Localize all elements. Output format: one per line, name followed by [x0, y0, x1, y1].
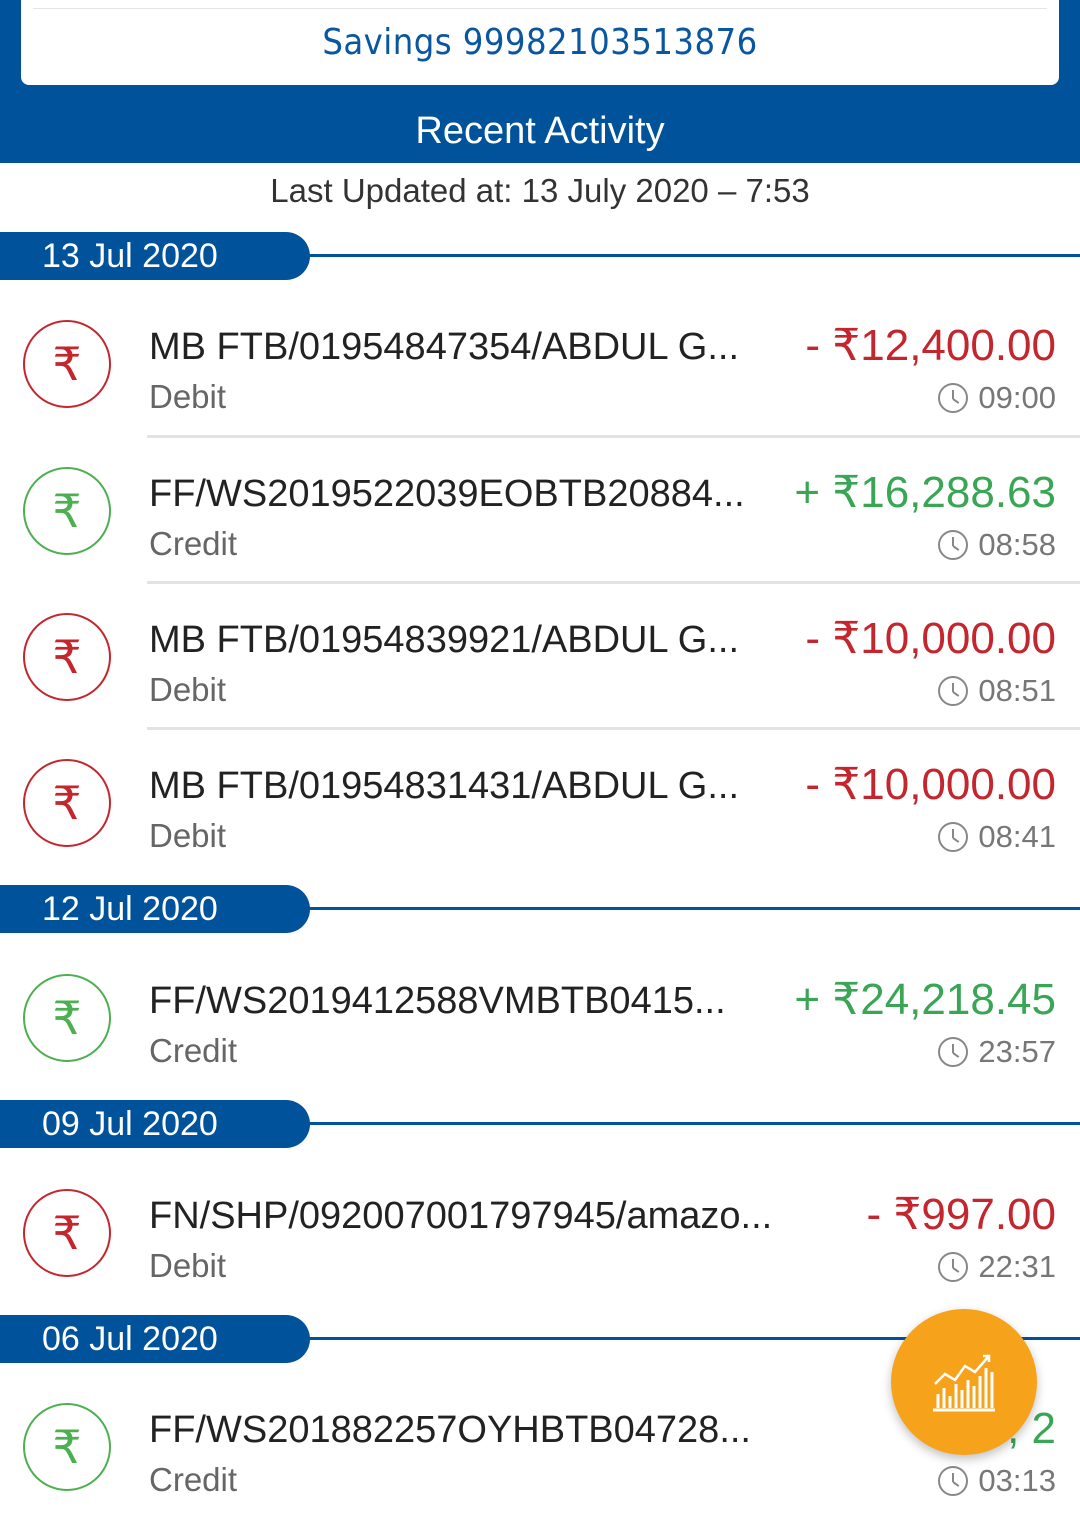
last-updated-text: Last Updated at: 13 July 2020 – 7:53 — [270, 172, 810, 209]
time-value: 08:41 — [978, 819, 1056, 854]
transaction-time: 23:57 — [938, 1034, 1056, 1070]
transaction-amount: - ₹12,400.00 — [805, 321, 1056, 370]
date-header: 09 Jul 2020 — [0, 1100, 1080, 1148]
date-rule — [300, 254, 1080, 257]
clock-icon — [938, 1037, 969, 1067]
clock-icon — [938, 1466, 969, 1496]
date-header: 13 Jul 2020 — [0, 232, 1080, 280]
transaction-row[interactable]: ₹ FF/WS2019522039EOBTB20884... Credit + … — [0, 437, 1080, 583]
transaction-description: FF/WS2019412588VMBTB0415... — [149, 980, 726, 1022]
transaction-description: MB FTB/01954831431/ABDUL G... — [149, 765, 740, 807]
date-header: 12 Jul 2020 — [0, 885, 1080, 933]
clock-icon — [938, 383, 969, 413]
transaction-time: 09:00 — [938, 380, 1056, 416]
transaction-amount: + ₹24,218.45 — [794, 975, 1056, 1024]
transaction-type: Credit — [149, 525, 238, 562]
analytics-fab-button[interactable] — [891, 1309, 1037, 1455]
transaction-time: 08:51 — [938, 673, 1056, 709]
rupee-icon: ₹ — [23, 759, 111, 847]
rupee-icon: ₹ — [23, 1403, 111, 1491]
time-value: 23:57 — [978, 1034, 1056, 1069]
transaction-description: FN/SHP/092007001797945/amazo... — [149, 1195, 773, 1237]
date-label: 12 Jul 2020 — [0, 885, 310, 933]
clock-icon — [938, 822, 969, 852]
transaction-time: 03:13 — [938, 1463, 1056, 1499]
clock-icon — [938, 1252, 969, 1282]
transaction-description: FF/WS201882257OYHBTB04728... — [149, 1409, 751, 1451]
transaction-description: FF/WS2019522039EOBTB20884... — [149, 473, 745, 515]
transaction-type: Credit — [149, 1461, 238, 1498]
header-band: Savings 99982103513876 Recent Activity — [0, 0, 1080, 163]
rupee-icon: ₹ — [23, 613, 111, 701]
rupee-icon: ₹ — [23, 974, 111, 1062]
time-value: 08:51 — [978, 673, 1056, 708]
account-selector[interactable]: Savings 99982103513876 — [21, 0, 1059, 85]
transaction-amount: - ₹997.00 — [866, 1190, 1056, 1239]
date-rule — [300, 1122, 1080, 1125]
clock-icon — [938, 530, 969, 560]
time-value: 03:13 — [978, 1463, 1056, 1498]
transaction-time: 22:31 — [938, 1249, 1056, 1285]
transaction-row[interactable]: ₹ MB FTB/01954831431/ABDUL G... Debit - … — [0, 729, 1080, 875]
section-title: Recent Activity — [415, 110, 665, 152]
time-value: 08:58 — [978, 527, 1056, 562]
transaction-amount: - ₹10,000.00 — [805, 614, 1056, 663]
date-rule — [300, 907, 1080, 910]
bar-chart-icon — [933, 1354, 995, 1412]
clock-icon — [938, 676, 969, 706]
transaction-type: Debit — [149, 1247, 227, 1284]
transaction-type: Credit — [149, 1032, 238, 1069]
transaction-row[interactable]: ₹ MB FTB/01954847354/ABDUL G... Debit - … — [0, 290, 1080, 436]
transaction-type: Debit — [149, 817, 227, 854]
rupee-icon: ₹ — [23, 1189, 111, 1277]
time-value: 22:31 — [978, 1249, 1056, 1284]
transaction-row[interactable]: ₹ FF/WS2019412588VMBTB0415... Credit + ₹… — [0, 944, 1080, 1090]
transaction-time: 08:41 — [938, 819, 1056, 855]
date-label: 06 Jul 2020 — [0, 1315, 310, 1363]
transaction-description: MB FTB/01954839921/ABDUL G... — [149, 619, 740, 661]
transaction-amount: + ₹16,288.63 — [794, 468, 1056, 517]
transaction-type: Debit — [149, 378, 227, 415]
date-label: 13 Jul 2020 — [0, 232, 310, 280]
card-divider — [33, 8, 1047, 9]
transaction-row[interactable]: ₹ FN/SHP/092007001797945/amazo... Debit … — [0, 1159, 1080, 1305]
transaction-description: MB FTB/01954847354/ABDUL G... — [149, 326, 740, 368]
rupee-icon: ₹ — [23, 320, 111, 408]
date-label: 09 Jul 2020 — [0, 1100, 310, 1148]
transaction-row[interactable]: ₹ MB FTB/01954839921/ABDUL G... Debit - … — [0, 583, 1080, 729]
transaction-amount: - ₹10,000.00 — [805, 760, 1056, 809]
transaction-time: 08:58 — [938, 527, 1056, 563]
rupee-icon: ₹ — [23, 467, 111, 555]
time-value: 09:00 — [978, 380, 1056, 415]
transaction-type: Debit — [149, 671, 227, 708]
account-label: Savings 99982103513876 — [322, 22, 758, 63]
